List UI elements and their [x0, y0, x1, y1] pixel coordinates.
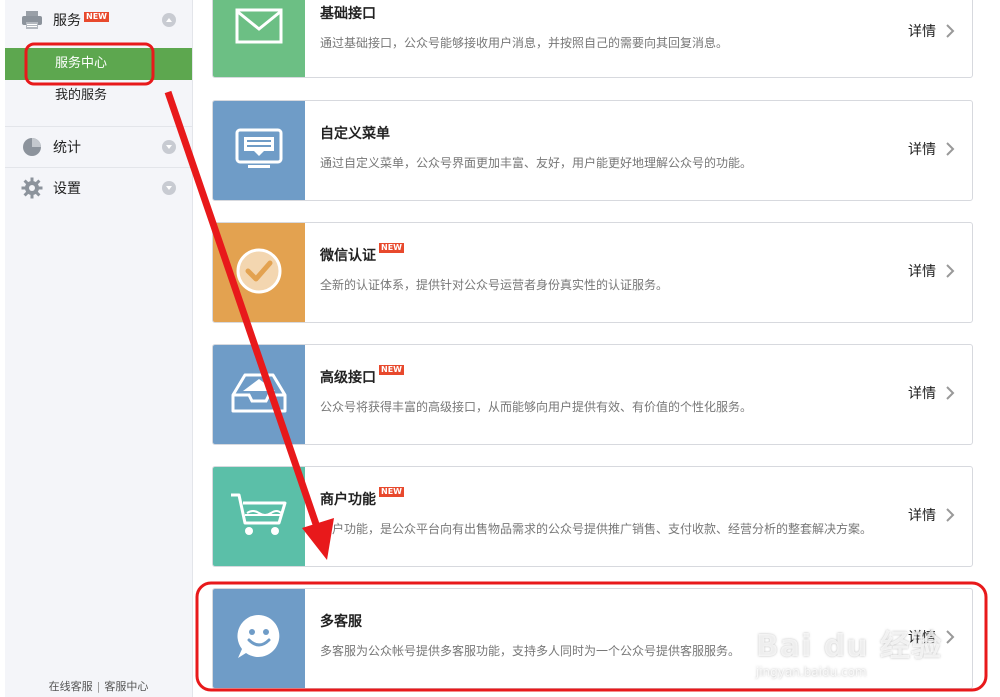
card-title-text: 商户功能 [320, 492, 376, 508]
card-title: 商户功能NEW [320, 487, 880, 509]
card-body: 微信认证NEW 全新的认证体系，提供针对公众号运营者身份真实性的认证服务。 [320, 243, 880, 296]
card-title-text: 自定义菜单 [320, 126, 390, 142]
expand-icon[interactable] [162, 140, 176, 154]
card-description: 商户功能，是公众平台向有出售物品需求的公众号提供推广销售、支付收款、经营分析的整… [320, 522, 873, 536]
details-link[interactable]: 详情 [908, 139, 956, 159]
chevron-right-icon [946, 264, 955, 278]
service-card-wechat-verify: 微信认证NEW 全新的认证体系，提供针对公众号运营者身份真实性的认证服务。 详情 [212, 222, 973, 323]
card-description: 全新的认证体系，提供针对公众号运营者身份真实性的认证服务。 [320, 278, 669, 292]
card-title: 高级接口NEW [320, 365, 880, 387]
details-link[interactable]: 详情 [908, 261, 956, 281]
nav-label-settings: 设置 [53, 181, 81, 197]
smiley-chat-icon [234, 612, 284, 666]
checkmark-icon [234, 246, 284, 300]
card-body: 商户功能NEW 商户功能，是公众平台向有出售物品需求的公众号提供推广销售、支付收… [320, 487, 880, 540]
service-card-merchant: 商户功能NEW 商户功能，是公众平台向有出售物品需求的公众号提供推广销售、支付收… [212, 466, 973, 567]
sidebar-item-my-services[interactable]: 我的服务 [5, 80, 192, 112]
monitor-icon [234, 127, 284, 175]
card-description: 通过自定义菜单，公众号界面更加丰富、友好，用户能更好地理解公众号的功能。 [320, 156, 753, 170]
baidu-watermark: Bai du 经验 jingyan.baidu.com [756, 621, 942, 679]
card-icon-bg [213, 223, 305, 322]
chevron-right-icon [946, 386, 955, 400]
card-description: 通过基础接口，公众号能够接收用户消息，并按照自己的需要向其回复消息。 [320, 36, 729, 50]
printer-icon [21, 9, 43, 31]
card-icon-bg [213, 0, 305, 77]
collapse-icon[interactable] [162, 13, 176, 27]
nav-label-stats: 统计 [53, 140, 81, 156]
card-title-text: 多客服 [320, 614, 362, 630]
service-card-basic-api: 基础接口 通过基础接口，公众号能够接收用户消息，并按照自己的需要向其回复消息。 … [212, 0, 973, 78]
new-badge: NEW [379, 365, 404, 375]
nav-group-settings: 设置 [5, 168, 192, 208]
inbox-tray-icon [231, 371, 287, 419]
watermark-url: jingyan.baidu.com [755, 665, 867, 679]
expand-icon[interactable] [162, 181, 176, 195]
nav-header-settings[interactable]: 设置 [5, 168, 192, 208]
sidebar: 服务 NEW 服务中心 我的服务 统计 设置 在线客服 | 客服中心 [5, 0, 193, 697]
nav-group-service: 服务 NEW 服务中心 我的服务 [5, 0, 192, 127]
card-icon-bg [213, 345, 305, 444]
card-title-text: 微信认证 [320, 248, 376, 264]
envelope-icon [235, 8, 283, 48]
card-title-text: 基础接口 [320, 6, 376, 22]
card-title-text: 高级接口 [320, 370, 376, 386]
gear-icon [21, 177, 43, 199]
details-link[interactable]: 详情 [908, 21, 956, 41]
card-icon-bg [213, 101, 305, 200]
card-title: 自定义菜单 [320, 123, 880, 143]
watermark-brand: Bai du 经验 [755, 629, 942, 664]
card-icon-bg [213, 467, 305, 566]
details-label: 详情 [908, 386, 936, 402]
new-badge: NEW [379, 487, 404, 497]
support-center-link[interactable]: 客服中心 [104, 680, 148, 693]
details-label: 详情 [908, 24, 936, 40]
new-badge: NEW [379, 243, 404, 253]
shopping-cart-icon [229, 491, 289, 543]
service-card-custom-menu: 自定义菜单 通过自定义菜单，公众号界面更加丰富、友好，用户能更好地理解公众号的功… [212, 100, 973, 201]
footer-separator: | [96, 680, 101, 693]
pie-chart-icon [21, 136, 43, 158]
new-badge: NEW [84, 12, 109, 22]
card-title: 微信认证NEW [320, 243, 880, 265]
details-label: 详情 [908, 264, 936, 280]
service-card-advanced-api: 高级接口NEW 公众号将获得丰富的高级接口，从而能够向用户提供有效、有价值的个性… [212, 344, 973, 445]
card-title: 基础接口 [320, 3, 880, 23]
details-link[interactable]: 详情 [908, 505, 956, 525]
card-body: 自定义菜单 通过自定义菜单，公众号界面更加丰富、友好，用户能更好地理解公众号的功… [320, 123, 880, 174]
details-label: 详情 [908, 508, 936, 524]
chevron-right-icon [946, 24, 955, 38]
details-label: 详情 [908, 142, 936, 158]
card-body: 基础接口 通过基础接口，公众号能够接收用户消息，并按照自己的需要向其回复消息。 [320, 3, 880, 54]
card-description: 公众号将获得丰富的高级接口，从而能够向用户提供有效、有价值的个性化服务。 [320, 400, 753, 414]
nav-label-service: 服务 [53, 13, 81, 29]
chevron-right-icon [946, 630, 955, 644]
card-icon-bg [213, 589, 305, 688]
nav-group-stats: 统计 [5, 127, 192, 168]
card-body: 高级接口NEW 公众号将获得丰富的高级接口，从而能够向用户提供有效、有价值的个性… [320, 365, 880, 418]
details-link[interactable]: 详情 [908, 383, 956, 403]
sidebar-item-service-center[interactable]: 服务中心 [5, 48, 192, 80]
nav-header-stats[interactable]: 统计 [5, 127, 192, 167]
chevron-right-icon [946, 142, 955, 156]
nav-header-service[interactable]: 服务 NEW [5, 0, 192, 40]
online-support-link[interactable]: 在线客服 [49, 680, 93, 693]
chevron-right-icon [946, 508, 955, 522]
sidebar-footer: 在线客服 | 客服中心 [5, 678, 192, 694]
